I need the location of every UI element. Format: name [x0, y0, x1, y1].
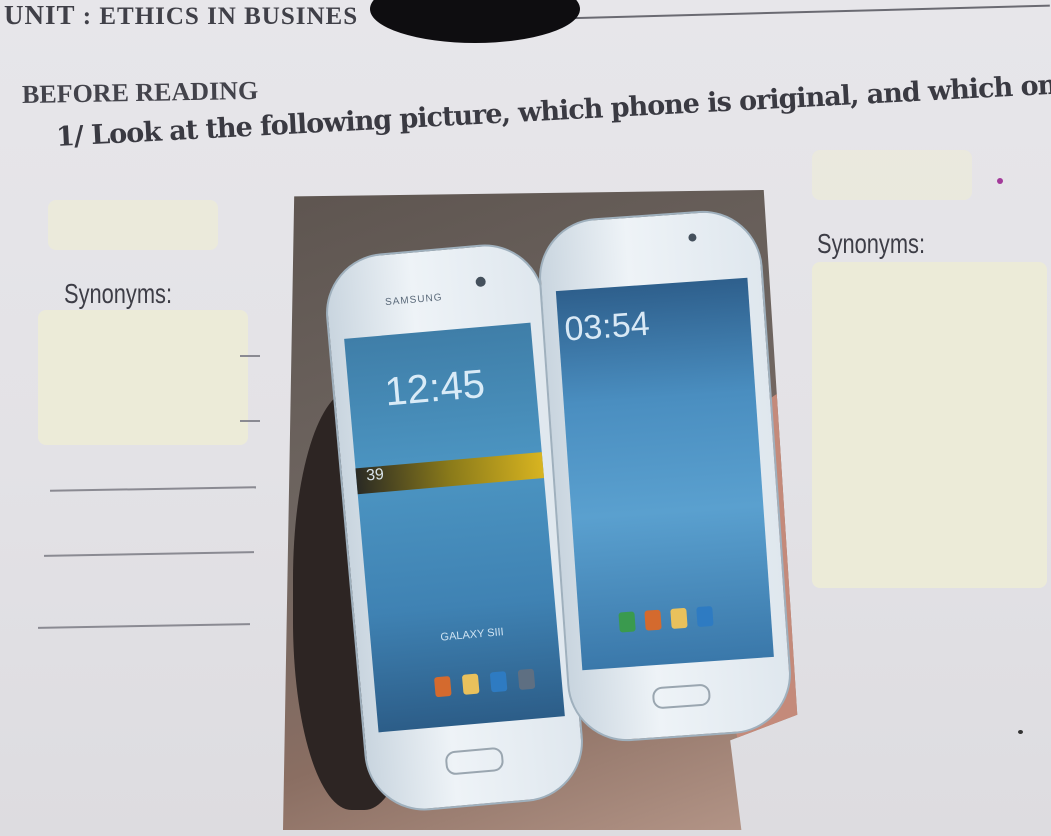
- unit-title: : ETHICS IN BUSINES: [82, 3, 359, 30]
- section-title: BEFORE READING: [21, 75, 259, 109]
- left-synonyms-label: Synonyms:: [64, 278, 173, 309]
- answer-line-5: [38, 623, 250, 629]
- right-phone-clock: 03:54: [563, 304, 651, 349]
- header-rule: [539, 4, 1050, 20]
- left-home-button: [444, 746, 505, 776]
- model-label: GALAXY SIII: [440, 626, 505, 644]
- app-icon: [461, 673, 480, 695]
- unit-label: UNIT: [4, 0, 76, 30]
- app-icon: [489, 671, 508, 693]
- answer-line-3: [50, 486, 256, 492]
- front-camera: [475, 276, 487, 288]
- pencil-mark: [1018, 730, 1023, 734]
- dark-blot: [370, 0, 580, 43]
- correction-patch-left: [38, 310, 248, 445]
- correction-patch-top-left: [48, 200, 218, 250]
- right-phone: 03:54: [534, 206, 796, 746]
- answer-line-1: [240, 355, 260, 357]
- left-phone-clock: 12:45: [383, 361, 487, 415]
- app-icon: [433, 675, 452, 698]
- right-home-button: [651, 683, 712, 710]
- app-icon: [618, 611, 636, 633]
- right-phone-screen: 03:54: [555, 277, 774, 671]
- answer-line-4: [44, 551, 254, 557]
- unit-header: UNIT : ETHICS IN BUSINES: [4, 0, 358, 34]
- phones-photo: SAMSUNG 12:45 39 GALAXY SIII 03:54: [283, 190, 798, 830]
- app-icon: [670, 607, 688, 629]
- phone-brand-label: SAMSUNG: [384, 292, 443, 309]
- correction-patch-right: [812, 262, 1047, 588]
- app-icon: [644, 609, 662, 631]
- front-camera: [688, 233, 697, 242]
- ink-dot: [997, 178, 1003, 184]
- worksheet-page: UNIT : ETHICS IN BUSINES BEFORE READING …: [0, 0, 1051, 836]
- correction-patch-top-right: [812, 150, 972, 200]
- photo-background: SAMSUNG 12:45 39 GALAXY SIII 03:54: [283, 190, 798, 830]
- app-icon: [517, 668, 536, 690]
- answer-line-2: [240, 420, 260, 422]
- app-icon: [696, 606, 714, 628]
- question-text: 1/ Look at the following picture, which …: [55, 62, 1051, 153]
- left-phone-screen: 12:45 39 GALAXY SIII: [344, 322, 565, 733]
- right-synonyms-label: Synonyms:: [817, 228, 926, 259]
- left-phone-temp: 39: [365, 465, 385, 485]
